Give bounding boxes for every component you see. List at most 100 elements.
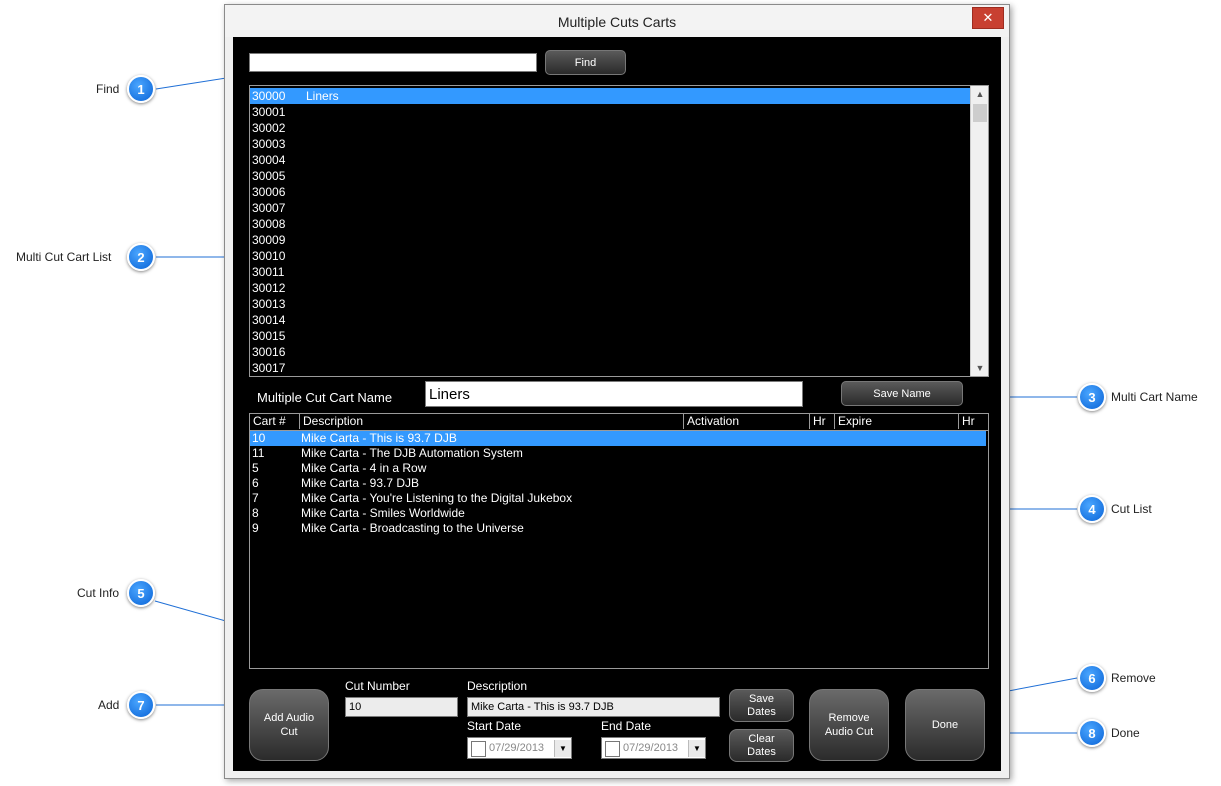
- cart-number: 30002: [252, 121, 286, 135]
- cart-list-item[interactable]: 30010: [250, 248, 970, 264]
- start-date-dropdown-icon[interactable]: ▼: [554, 740, 571, 757]
- cart-number: 30012: [252, 281, 286, 295]
- callout-label-find: Find: [96, 82, 120, 96]
- cart-number: 30005: [252, 169, 286, 183]
- cut-list-row[interactable]: 6 Mike Carta - 93.7 DJB: [250, 476, 986, 491]
- clear-dates-button[interactable]: Clear Dates: [729, 729, 794, 762]
- end-date-value: 07/29/2013: [623, 742, 679, 754]
- cart-number: 30016: [252, 345, 286, 359]
- cut-cart-number: 7: [252, 491, 259, 505]
- save-dates-button[interactable]: Save Dates: [729, 689, 794, 722]
- scroll-down-icon[interactable]: ▼: [971, 360, 988, 376]
- cart-list-item[interactable]: 30002: [250, 120, 970, 136]
- cart-number: 30015: [252, 329, 286, 343]
- cut-list-row[interactable]: 8 Mike Carta - Smiles Worldwide: [250, 506, 986, 521]
- end-date-checkbox[interactable]: [605, 741, 620, 757]
- cut-number-label: Cut Number: [345, 679, 410, 693]
- cart-list-item[interactable]: 30014: [250, 312, 970, 328]
- cart-list-item[interactable]: 30015: [250, 328, 970, 344]
- callout-label-add: Add: [98, 698, 120, 712]
- cart-list-item[interactable]: 30000 Liners: [250, 88, 970, 104]
- cart-name-input[interactable]: [425, 381, 803, 407]
- cut-description: Mike Carta - You're Listening to the Dig…: [301, 491, 573, 505]
- cart-number: 30003: [252, 137, 286, 151]
- cart-list-item[interactable]: 30012: [250, 280, 970, 296]
- cart-number: 30009: [252, 233, 286, 247]
- column-header-hr[interactable]: Hr: [810, 414, 835, 429]
- find-input[interactable]: [249, 53, 537, 72]
- cart-list-item[interactable]: 30001: [250, 104, 970, 120]
- cart-number: 30000: [252, 89, 286, 103]
- remove-audio-cut-button[interactable]: Remove Audio Cut: [809, 689, 889, 761]
- cart-list-item[interactable]: 30011: [250, 264, 970, 280]
- cut-description: Mike Carta - Broadcasting to the Univers…: [301, 521, 524, 535]
- cut-list[interactable]: Cart # Description Activation Hr Expire …: [249, 413, 989, 669]
- cut-list-row[interactable]: 7 Mike Carta - You're Listening to the Di…: [250, 491, 986, 506]
- cut-cart-number: 5: [252, 461, 259, 475]
- callout-label-done: Done: [1111, 726, 1140, 740]
- cart-number: 30013: [252, 297, 286, 311]
- cart-list-item[interactable]: 30008: [250, 216, 970, 232]
- callout-badge-7: 7: [127, 691, 155, 719]
- cart-list-item[interactable]: 30009: [250, 232, 970, 248]
- column-header-activation[interactable]: Activation: [684, 414, 810, 429]
- window-title: Multiple Cuts Carts: [557, 14, 677, 30]
- cut-list-row[interactable]: 10 Mike Carta - This is 93.7 DJB: [250, 431, 986, 446]
- description-label: Description: [467, 679, 528, 693]
- close-button[interactable]: ✕: [972, 7, 1004, 29]
- cut-description: Mike Carta - 4 in a Row: [301, 461, 427, 475]
- start-date-picker[interactable]: 07/29/2013 ▼: [467, 737, 572, 759]
- done-button[interactable]: Done: [905, 689, 985, 761]
- cart-number: 30011: [252, 265, 285, 279]
- column-header-description[interactable]: Description: [300, 414, 684, 429]
- column-header-hr-2[interactable]: Hr: [959, 414, 988, 429]
- multi-cut-cart-list[interactable]: 30000 Liners 30001 30002 30003 30004 30005 3000…: [249, 85, 989, 377]
- cut-description: Mike Carta - The DJB Automation System: [301, 446, 523, 460]
- add-audio-cut-button[interactable]: Add Audio Cut: [249, 689, 329, 761]
- cut-list-row[interactable]: 9 Mike Carta - Broadcasting to the Univer…: [250, 521, 986, 536]
- dialog-client-area: Find 30000 Liners 30001 30002 30003 30004 3000…: [233, 37, 1001, 771]
- cart-list-item[interactable]: 30006: [250, 184, 970, 200]
- cut-list-header: Cart # Description Activation Hr Expire …: [250, 414, 988, 431]
- cut-list-rows: 10 Mike Carta - This is 93.7 DJB 11 Mike Ca…: [250, 431, 988, 536]
- cut-cart-number: 6: [252, 476, 259, 490]
- callout-label-cut-list: Cut List: [1111, 502, 1152, 516]
- start-date-label: Start Date: [467, 719, 522, 733]
- cart-list-item[interactable]: 30005: [250, 168, 970, 184]
- cart-list-item[interactable]: 30013: [250, 296, 970, 312]
- cut-number-field[interactable]: [345, 697, 458, 717]
- cart-list-item[interactable]: 30007: [250, 200, 970, 216]
- cut-list-row[interactable]: 5 Mike Carta - 4 in a Row: [250, 461, 986, 476]
- cart-list-item[interactable]: 30004: [250, 152, 970, 168]
- column-header-cart[interactable]: Cart #: [250, 414, 300, 429]
- cart-list-item[interactable]: 30016: [250, 344, 970, 360]
- find-button[interactable]: Find: [545, 50, 626, 75]
- cart-list-item[interactable]: 30017: [250, 360, 970, 376]
- cart-list-item[interactable]: 30003: [250, 136, 970, 152]
- cut-list-row[interactable]: 11 Mike Carta - The DJB Automation System: [250, 446, 986, 461]
- cart-name: Liners: [306, 89, 339, 103]
- callout-badge-8: 8: [1078, 719, 1106, 747]
- callout-badge-5: 5: [127, 579, 155, 607]
- cart-number: 30004: [252, 153, 286, 167]
- callout-badge-3: 3: [1078, 383, 1106, 411]
- column-header-expire[interactable]: Expire: [835, 414, 959, 429]
- start-date-value: 07/29/2013: [489, 742, 545, 754]
- callout-badge-1: 1: [127, 75, 155, 103]
- multiple-cuts-carts-window: Multiple Cuts Carts ✕ Find 30000 Liners 30…: [224, 4, 1010, 779]
- scrollbar-thumb[interactable]: [973, 104, 987, 122]
- cart-number: 30001: [252, 105, 286, 119]
- scroll-up-icon[interactable]: ▲: [971, 86, 988, 102]
- start-date-checkbox[interactable]: [471, 741, 486, 757]
- cut-cart-number: 11: [252, 446, 265, 460]
- cart-number: 30008: [252, 217, 286, 231]
- cut-cart-number: 8: [252, 506, 259, 520]
- title-bar[interactable]: Multiple Cuts Carts ✕: [225, 5, 1009, 37]
- cut-cart-number: 9: [252, 521, 259, 535]
- save-name-button[interactable]: Save Name: [841, 381, 963, 406]
- end-date-dropdown-icon[interactable]: ▼: [688, 740, 705, 757]
- description-field[interactable]: [467, 697, 720, 717]
- end-date-picker[interactable]: 07/29/2013 ▼: [601, 737, 706, 759]
- cart-list-scrollbar[interactable]: ▲ ▼: [970, 86, 988, 376]
- cut-description: Mike Carta - 93.7 DJB: [301, 476, 420, 490]
